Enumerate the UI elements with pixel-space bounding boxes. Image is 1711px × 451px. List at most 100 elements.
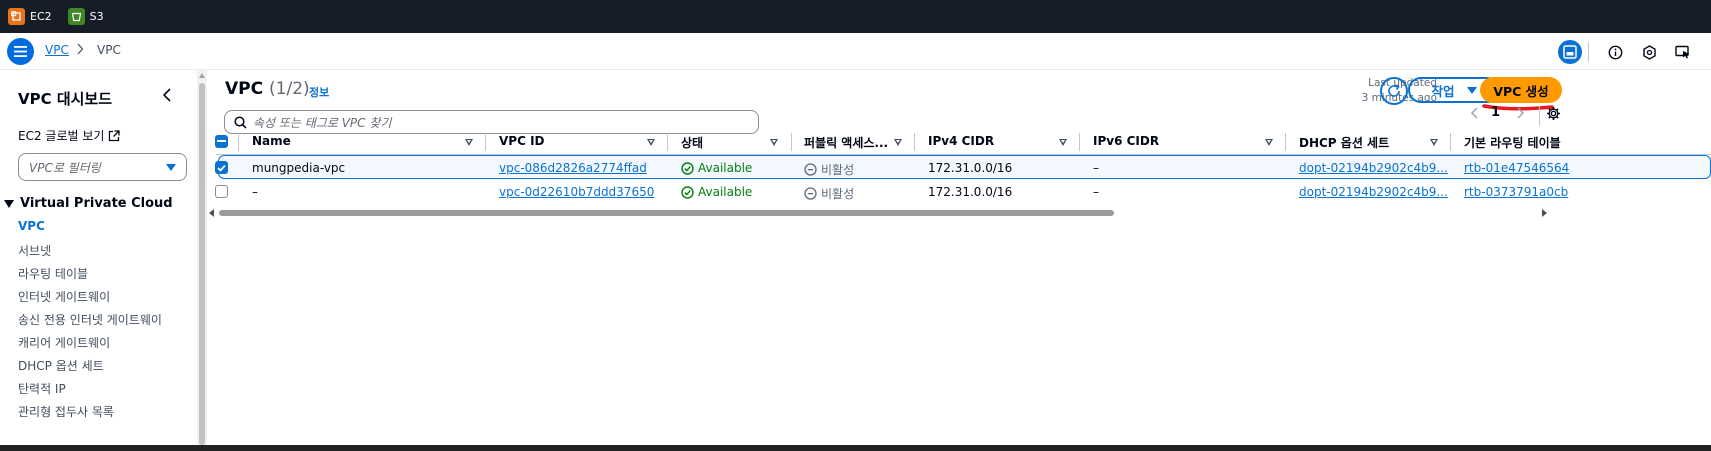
vpc-table-panel: VPC (1/2) 정보 Last updated 3 minutes ago … — [207, 70, 1711, 445]
column-divider[interactable] — [1285, 133, 1286, 151]
success-check-icon — [681, 185, 694, 199]
ec2-service-icon — [8, 8, 25, 25]
row-route-table-link[interactable]: rtb-0373791a0cb — [1464, 185, 1568, 199]
sidebar-item-subnets[interactable]: 서브넷 — [18, 242, 51, 259]
search-icon — [234, 116, 247, 129]
caret-down-icon — [4, 199, 14, 208]
ec2-service-shortcut[interactable]: EC2 — [8, 8, 52, 25]
table-preferences-button[interactable] — [1546, 106, 1561, 125]
sort-caret-icon[interactable] — [1430, 139, 1438, 146]
resources-panel-button[interactable] — [1637, 40, 1661, 64]
select-all-checkbox[interactable] — [215, 135, 228, 148]
sidebar-item-elastic-ips[interactable]: 탄력적 IP — [18, 380, 66, 397]
column-divider[interactable] — [1079, 133, 1080, 151]
row-dhcp-option-link[interactable]: dopt-02194b2902c4b9... — [1299, 185, 1448, 199]
external-link-icon — [109, 129, 121, 141]
create-vpc-button[interactable]: VPC 생성 — [1480, 77, 1562, 103]
row-name: mungpedia-vpc — [252, 161, 346, 175]
feedback-panel-button[interactable] — [1671, 40, 1695, 64]
info-icon — [1608, 45, 1622, 59]
column-divider[interactable] — [791, 133, 792, 151]
sidebar-item-route-tables[interactable]: 라우팅 테이블 — [18, 265, 88, 282]
horizontal-scrollbar-thumb[interactable] — [219, 210, 1114, 216]
info-panel-button[interactable] — [1603, 40, 1627, 64]
scroll-up-icon[interactable] — [199, 73, 205, 78]
sidebar-section-toggle[interactable]: Virtual Private Cloud — [4, 196, 173, 211]
sidebar-scrollbar-thumb[interactable] — [199, 83, 205, 445]
column-divider[interactable] — [485, 133, 486, 151]
sidebar-filter-select[interactable]: VPC로 필터링 — [18, 153, 187, 181]
column-header-state[interactable]: 상태 — [681, 134, 703, 151]
column-divider — [238, 133, 239, 151]
sort-caret-icon[interactable] — [1059, 139, 1067, 146]
row-public-access: 비활성 — [804, 185, 854, 202]
s3-service-icon — [67, 8, 85, 25]
sidebar-scrollbar[interactable] — [197, 70, 207, 445]
row-checkbox[interactable] — [215, 185, 228, 198]
close-sidebar-button[interactable] — [160, 87, 176, 105]
disabled-minus-icon — [804, 187, 817, 200]
sort-caret-icon[interactable] — [894, 139, 902, 146]
column-divider[interactable] — [1450, 133, 1451, 151]
row-vpc-id-link[interactable]: vpc-0d22610b7ddd37650 — [499, 185, 654, 199]
sort-caret-icon[interactable] — [465, 139, 473, 146]
breadcrumb-current: VPC — [97, 43, 121, 57]
column-divider[interactable] — [914, 133, 915, 151]
sidebar-title: VPC 대시보드 — [18, 90, 113, 108]
scroll-right-icon[interactable] — [1542, 209, 1547, 217]
page-title: VPC (1/2) — [225, 79, 310, 99]
sidebar-item-internet-gateways[interactable]: 인터넷 게이트웨이 — [18, 288, 110, 305]
column-header-name[interactable]: Name — [252, 134, 291, 148]
breadcrumb-bar: VPC VPC — [0, 33, 1711, 70]
vpc-search-input[interactable]: 속성 또는 태그로 VPC 찾기 — [224, 110, 759, 134]
sort-caret-icon[interactable] — [647, 139, 655, 146]
ec2-global-view-link[interactable]: EC2 글로벌 보기 — [18, 127, 121, 144]
sort-caret-icon[interactable] — [1265, 139, 1273, 146]
column-header-vpc-id[interactable]: VPC ID — [499, 134, 545, 148]
refresh-button[interactable] — [1380, 77, 1408, 105]
navigation-menu-button[interactable] — [7, 38, 34, 65]
table-horizontal-scrollbar[interactable] — [209, 208, 1549, 218]
create-vpc-label: VPC 생성 — [1493, 83, 1549, 99]
row-route-table-link[interactable]: rtb-01e47546564 — [1464, 161, 1569, 175]
row-state: Available — [681, 185, 752, 199]
panel-toggle-button[interactable] — [1558, 40, 1582, 64]
disabled-minus-icon — [804, 163, 817, 176]
row-ipv4-cidr: 172.31.0.0/16 — [928, 185, 1013, 199]
chevron-right-icon — [1517, 107, 1525, 119]
pager-divider — [1539, 106, 1540, 126]
info-link[interactable]: 정보 — [309, 84, 329, 100]
sidebar-item-dhcp-option-sets[interactable]: DHCP 옵션 세트 — [18, 357, 104, 374]
sidebar-item-egress-only-gateways[interactable]: 송신 전용 인터넷 게이트웨이 — [18, 311, 162, 328]
row-checkbox[interactable] — [215, 161, 228, 174]
sort-caret-icon[interactable] — [770, 139, 778, 146]
column-header-public-access[interactable]: 퍼블릭 액세스... — [804, 134, 888, 151]
side-navigation: VPC 대시보드 EC2 글로벌 보기 VPC로 필터링 Virtual Pri… — [0, 70, 197, 445]
scroll-left-icon[interactable] — [209, 209, 214, 217]
split-panel-icon — [1563, 45, 1577, 59]
screen-cursor-icon — [1675, 45, 1690, 59]
row-state-text: Available — [698, 185, 753, 199]
column-header-main-route-table[interactable]: 기본 라우팅 테이블 — [1464, 134, 1561, 151]
next-page-button[interactable] — [1516, 106, 1525, 124]
service-bar: EC2 S3 — [0, 0, 1711, 33]
previous-page-button[interactable] — [1470, 106, 1479, 124]
row-state-text: Available — [698, 161, 753, 175]
sidebar-item-managed-prefix-lists[interactable]: 관리형 접두사 목록 — [18, 403, 114, 420]
success-check-icon — [681, 161, 694, 175]
row-vpc-id-link[interactable]: vpc-086d2826a2774ffad — [499, 161, 647, 175]
sidebar-item-vpc[interactable]: VPC — [18, 219, 45, 233]
column-header-dhcp-option-set[interactable]: DHCP 옵션 세트 — [1299, 134, 1389, 151]
sidebar-section-label: Virtual Private Cloud — [20, 196, 173, 211]
row-dhcp-option-link[interactable]: dopt-02194b2902c4b9... — [1299, 161, 1448, 175]
column-header-ipv4-cidr[interactable]: IPv4 CIDR — [928, 134, 994, 148]
chevron-left-icon — [162, 88, 171, 102]
current-page-number[interactable]: 1 — [1491, 105, 1500, 120]
column-divider[interactable] — [667, 133, 668, 151]
hexagon-icon — [1642, 44, 1656, 60]
column-header-ipv6-cidr[interactable]: IPv6 CIDR — [1093, 134, 1159, 148]
actions-label: 작업 — [1431, 83, 1455, 99]
sidebar-item-carrier-gateways[interactable]: 캐리어 게이트웨이 — [18, 334, 110, 351]
s3-service-shortcut[interactable]: S3 — [67, 8, 104, 25]
breadcrumb-root-link[interactable]: VPC — [45, 43, 69, 57]
